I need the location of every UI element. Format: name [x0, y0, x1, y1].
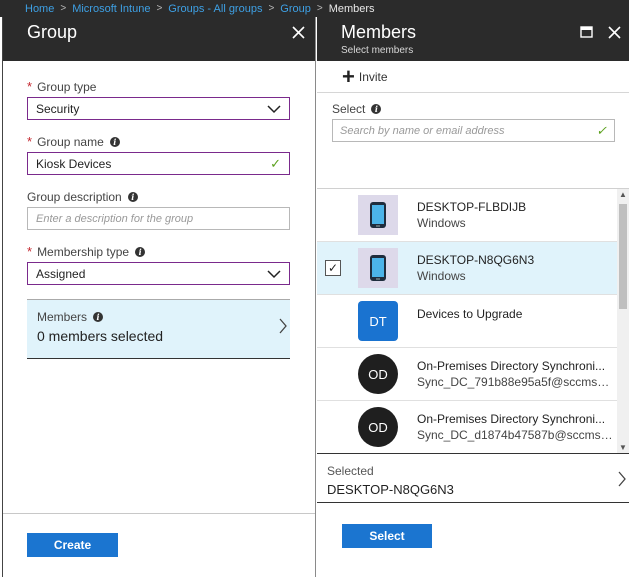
search-placeholder: Search by name or email address	[340, 124, 505, 137]
chevron-down-icon	[267, 104, 281, 113]
user-avatar: OD	[358, 354, 398, 394]
item-subtitle: Sync_DC_791b88e95a5f@sccmsol...	[417, 375, 613, 389]
item-name: Devices to Upgrade	[417, 307, 523, 321]
device-thumbnail	[358, 248, 398, 288]
checkmark-icon: ✓	[327, 261, 339, 275]
required-marker: *	[27, 134, 33, 149]
members-selector[interactable]: Members i 0 members selected	[27, 299, 290, 359]
group-panel-header: Group	[3, 17, 315, 61]
members-panel-header: Members Select members	[317, 17, 629, 61]
membership-type-select[interactable]: Assigned	[27, 262, 290, 285]
members-toolbar: + Invite	[317, 61, 629, 93]
group-type-field: * Group type Security	[27, 79, 290, 120]
group-name-field: * Group name i Kiosk Devices ✓	[27, 134, 290, 175]
maximize-icon[interactable]	[578, 24, 594, 40]
phone-icon	[370, 202, 386, 228]
user-avatar: OD	[358, 407, 398, 447]
item-name: DESKTOP-N8QG6N3	[417, 253, 535, 267]
phone-icon	[370, 255, 386, 281]
members-list: DESKTOP-FLBDIJB Windows ✓ DESKTOP-N8QG6N…	[317, 188, 629, 453]
scroll-up-icon[interactable]: ▲	[618, 190, 628, 199]
list-item[interactable]: DT Devices to Upgrade	[317, 295, 629, 348]
group-form: * Group type Security * Group name i Kio…	[3, 61, 315, 359]
list-item[interactable]: OD On-Premises Directory Synchroni... Sy…	[317, 348, 629, 401]
members-label: Members	[37, 310, 88, 324]
group-type-label: Group type	[37, 79, 97, 94]
list-item[interactable]: DESKTOP-FLBDIJB Windows	[317, 189, 629, 242]
item-name: On-Premises Directory Synchroni...	[417, 359, 606, 373]
chevron-right-icon: >	[268, 3, 275, 14]
membership-type-label: Membership type	[37, 244, 130, 259]
invite-label: Invite	[358, 69, 388, 84]
group-type-value: Security	[36, 101, 80, 116]
breadcrumb-home[interactable]: Home	[25, 3, 54, 15]
scrollbar-thumb[interactable]	[619, 204, 627, 309]
chevron-right-icon: >	[316, 3, 323, 14]
membership-type-field: * Membership type i Assigned	[27, 244, 290, 285]
search-input[interactable]: Search by name or email address ✓	[332, 119, 615, 142]
list-item[interactable]: ✓ DESKTOP-N8QG6N3 Windows	[317, 242, 629, 295]
chevron-down-icon	[267, 269, 281, 278]
membership-type-value: Assigned	[36, 266, 86, 281]
chevron-right-icon: >	[156, 3, 163, 14]
close-icon[interactable]	[290, 24, 306, 40]
members-count: 0 members selected	[37, 328, 164, 344]
item-name: DESKTOP-FLBDIJB	[417, 200, 527, 214]
checkmark-icon: ✓	[596, 122, 607, 138]
device-thumbnail	[358, 195, 398, 235]
breadcrumb-intune[interactable]: Microsoft Intune	[72, 3, 150, 15]
group-name-input[interactable]: Kiosk Devices ✓	[27, 152, 290, 175]
required-marker: *	[27, 79, 33, 94]
breadcrumb-all-groups[interactable]: Groups - All groups	[168, 3, 262, 15]
list-item[interactable]: OD On-Premises Directory Synchroni... Sy…	[317, 401, 629, 453]
close-icon[interactable]	[606, 24, 622, 40]
item-name: On-Premises Directory Synchroni...	[417, 412, 606, 426]
group-panel-title: Group	[27, 22, 78, 42]
select-area: Select i Search by name or email address…	[317, 93, 629, 189]
chevron-right-icon	[279, 318, 287, 334]
group-avatar: DT	[358, 301, 398, 341]
breadcrumb: Home > Microsoft Intune > Groups - All g…	[0, 0, 629, 17]
item-subtitle: Windows	[417, 216, 466, 230]
scrollbar[interactable]: ▲ ▼	[617, 189, 629, 453]
breadcrumb-members: Members	[328, 2, 375, 15]
group-description-input[interactable]: Enter a description for the group	[27, 207, 290, 230]
invite-button[interactable]: + Invite	[342, 63, 388, 89]
group-type-select[interactable]: Security	[27, 97, 290, 120]
group-panel: Group * Group type Security * Group name…	[2, 17, 316, 577]
select-label: Select	[332, 101, 366, 116]
info-icon[interactable]: i	[93, 312, 104, 322]
group-panel-footer: Create	[3, 513, 315, 577]
breadcrumb-group[interactable]: Group	[280, 3, 311, 15]
info-icon[interactable]: i	[127, 191, 138, 202]
selected-value: DESKTOP-N8QG6N3	[327, 482, 454, 497]
group-name-value: Kiosk Devices	[36, 156, 112, 171]
chevron-right-icon	[618, 471, 626, 487]
info-icon[interactable]: i	[371, 103, 382, 114]
info-icon[interactable]: i	[109, 136, 120, 147]
select-button[interactable]: Select	[342, 524, 432, 548]
chevron-right-icon: >	[60, 3, 67, 14]
item-subtitle: Sync_DC_d1874b47587b@sccmsol...	[417, 428, 613, 442]
info-icon[interactable]: i	[135, 246, 146, 257]
create-button[interactable]: Create	[27, 533, 118, 557]
selected-label: Selected	[327, 464, 374, 478]
members-panel-subtitle: Select members	[341, 45, 414, 56]
scroll-down-icon[interactable]: ▼	[618, 443, 628, 452]
checkmark-icon: ✓	[270, 155, 281, 171]
group-description-label: Group description	[27, 189, 122, 204]
required-marker: *	[27, 244, 33, 259]
members-panel: Members Select members + Invite Select i…	[317, 17, 629, 577]
selected-members[interactable]: Selected DESKTOP-N8QG6N3	[317, 453, 629, 503]
group-description-field: Group description i Enter a description …	[27, 189, 290, 230]
group-name-label: Group name	[37, 134, 104, 149]
group-description-placeholder: Enter a description for the group	[36, 212, 194, 225]
plus-icon: +	[342, 63, 355, 89]
item-subtitle: Windows	[417, 269, 466, 283]
checkbox[interactable]: ✓	[325, 260, 341, 276]
